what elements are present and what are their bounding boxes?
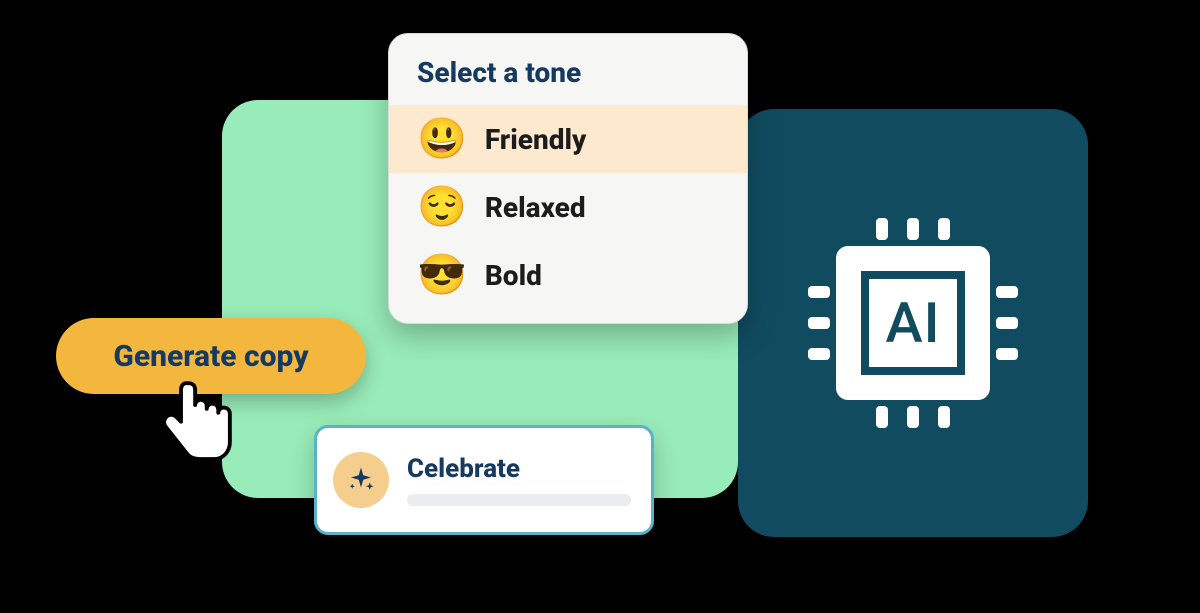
tone-option-relaxed[interactable]: 😌 Relaxed — [389, 173, 747, 241]
tone-option-bold[interactable]: 😎 Bold — [389, 241, 747, 309]
grin-emoji-icon: 😃 — [417, 119, 467, 159]
tone-panel-title: Select a tone — [389, 56, 747, 105]
relieved-emoji-icon: 😌 — [417, 187, 467, 227]
celebrate-body: Celebrate — [407, 454, 631, 506]
ai-card: AI — [738, 109, 1088, 537]
tone-option-label: Bold — [485, 259, 542, 292]
celebrate-card[interactable]: Celebrate — [314, 425, 654, 535]
ai-chip-label: AI — [861, 271, 965, 375]
tone-option-label: Friendly — [485, 123, 587, 156]
sunglasses-emoji-icon: 😎 — [417, 255, 467, 295]
stage: AI Select a tone 😃 Friendly 😌 Relaxed 😎 … — [0, 0, 1200, 613]
sparkle-icon — [333, 452, 389, 508]
celebrate-title: Celebrate — [407, 454, 631, 484]
generate-copy-label: Generate copy — [113, 339, 308, 374]
generate-copy-button[interactable]: Generate copy — [56, 318, 366, 394]
tone-option-label: Relaxed — [485, 191, 586, 224]
ai-chip-icon: AI — [798, 208, 1028, 438]
tone-option-friendly[interactable]: 😃 Friendly — [389, 105, 747, 173]
celebrate-placeholder-bar — [407, 494, 631, 506]
tone-panel: Select a tone 😃 Friendly 😌 Relaxed 😎 Bol… — [388, 33, 748, 324]
